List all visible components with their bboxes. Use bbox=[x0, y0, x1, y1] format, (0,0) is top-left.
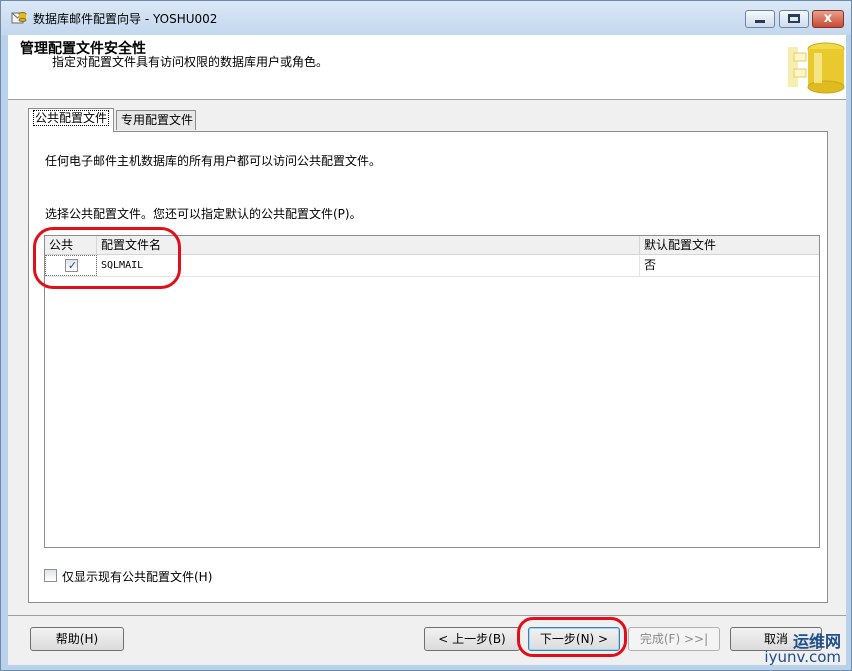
public-cell[interactable]: ✓ bbox=[45, 255, 97, 276]
wizard-window: 数据库邮件配置向导 - YOSHU002 x 管理配置文件安全性 指定对配置文件… bbox=[0, 0, 852, 671]
default-profile-cell[interactable]: 否 bbox=[640, 255, 819, 276]
title-bar[interactable]: 数据库邮件配置向导 - YOSHU002 x bbox=[1, 1, 851, 35]
window-title: 数据库邮件配置向导 - YOSHU002 bbox=[33, 12, 218, 26]
footer-divider bbox=[8, 615, 846, 616]
profile-name-cell: SQLMAIL bbox=[97, 255, 640, 276]
minimize-icon bbox=[755, 20, 765, 23]
public-profiles-panel: 任何电子邮件主机数据库的所有用户都可以访问公共配置文件。 选择公共配置文件。您还… bbox=[28, 131, 828, 603]
tab-public-profiles[interactable]: 公共配置文件 bbox=[28, 108, 114, 132]
minimize-button[interactable] bbox=[745, 10, 775, 28]
grid-header: 公共 配置文件名 默认配置文件 bbox=[45, 236, 819, 255]
tab-public-profiles-label: 公共配置文件 bbox=[33, 110, 110, 126]
database-mail-app-icon bbox=[11, 12, 27, 24]
panel-description: 任何电子邮件主机数据库的所有用户都可以访问公共配置文件。 bbox=[45, 154, 382, 168]
show-existing-checkbox[interactable] bbox=[44, 569, 57, 582]
back-button[interactable]: < 上一步(B) bbox=[424, 627, 520, 651]
maximize-button[interactable] bbox=[779, 10, 809, 28]
table-row[interactable]: ✓ SQLMAIL 否 bbox=[45, 255, 819, 277]
database-mail-graphic-icon bbox=[788, 42, 845, 94]
public-checkbox[interactable]: ✓ bbox=[65, 259, 78, 272]
page-subtitle: 指定对配置文件具有访问权限的数据库用户或角色。 bbox=[52, 55, 329, 69]
help-button[interactable]: 帮助(H) bbox=[30, 627, 124, 651]
close-icon: x bbox=[823, 11, 833, 26]
close-button[interactable]: x bbox=[812, 10, 844, 28]
column-header-default-profile[interactable]: 默认配置文件 bbox=[640, 236, 819, 254]
tab-private-profiles[interactable]: 专用配置文件 bbox=[116, 110, 196, 130]
maximize-icon bbox=[788, 14, 800, 23]
cancel-button[interactable]: 取消 bbox=[730, 627, 822, 651]
wizard-header: 管理配置文件安全性 指定对配置文件具有访问权限的数据库用户或角色。 bbox=[8, 35, 846, 100]
panel-instruction: 选择公共配置文件。您还可以指定默认的公共配置文件(P)。 bbox=[45, 207, 362, 221]
next-button[interactable]: 下一步(N) > bbox=[528, 627, 620, 651]
profiles-grid: 公共 配置文件名 默认配置文件 ✓ SQLMAIL 否 bbox=[44, 235, 820, 548]
checkmark-icon: ✓ bbox=[67, 259, 78, 272]
wizard-client-area: 管理配置文件安全性 指定对配置文件具有访问权限的数据库用户或角色。 公共配置文件… bbox=[8, 35, 846, 665]
column-header-public[interactable]: 公共 bbox=[45, 236, 97, 254]
show-existing-label[interactable]: 仅显示现有公共配置文件(H) bbox=[62, 568, 212, 585]
tab-private-profiles-label: 专用配置文件 bbox=[121, 113, 194, 127]
finish-button: 完成(F) >>| bbox=[628, 627, 720, 651]
column-header-profile-name[interactable]: 配置文件名 bbox=[97, 236, 640, 254]
